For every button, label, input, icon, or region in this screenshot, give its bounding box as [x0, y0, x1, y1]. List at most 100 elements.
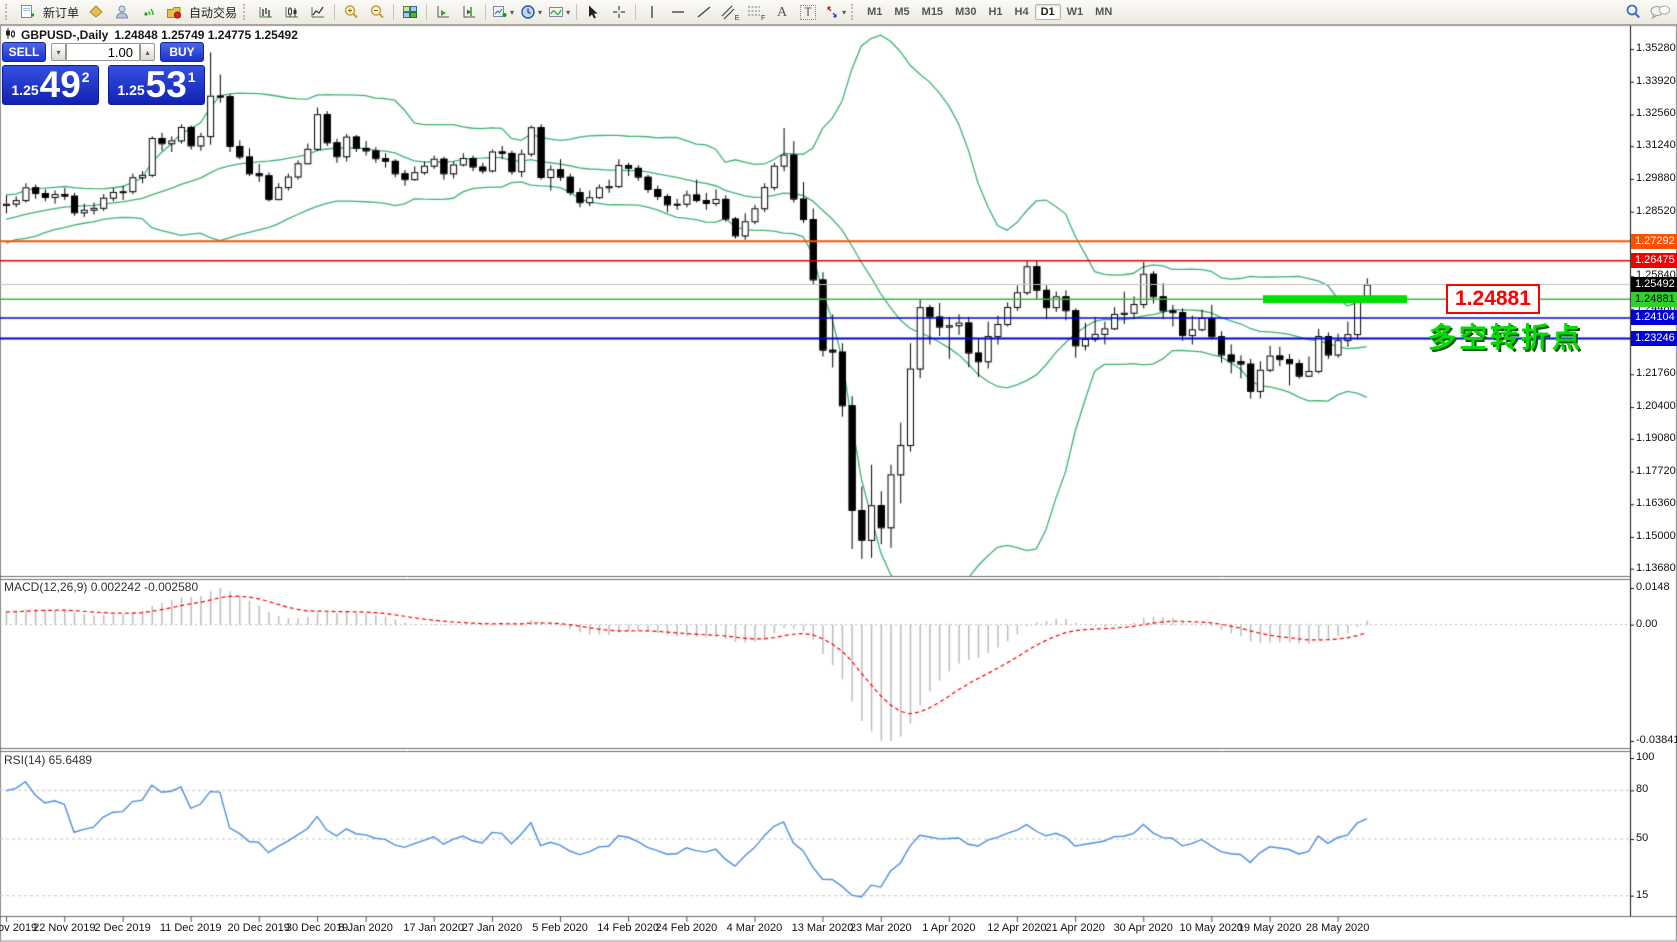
zoom-in-icon: [343, 4, 359, 20]
level-callout-label[interactable]: 1.24881: [1446, 284, 1540, 314]
price-tick-label: 1.32560: [1636, 107, 1676, 120]
buy-price-sup: 1: [187, 69, 196, 85]
auto-scroll-button[interactable]: [430, 1, 456, 23]
indicators-icon: [548, 4, 564, 20]
tf-m1[interactable]: M1: [861, 4, 888, 20]
auto-scroll-icon: [435, 4, 451, 20]
equidistant-channel-icon: [721, 4, 735, 20]
price-tick-label: 1.15000: [1636, 529, 1676, 542]
toolbar-separator: [485, 4, 487, 20]
line-chart-icon: [310, 4, 326, 20]
macd-scale-label: -0.038415: [1636, 734, 1677, 746]
sell-price-big: 49: [39, 64, 81, 105]
price-badge: 1.26475: [1631, 253, 1677, 269]
arrows-icon: [824, 4, 840, 20]
autotrading-label[interactable]: 自动交易: [189, 4, 237, 21]
volume-input[interactable]: 1.00: [66, 43, 140, 61]
tf-d1[interactable]: D1: [1034, 4, 1061, 20]
macd-label: MACD(12,26,9) 0.002242 -0.002580: [4, 580, 199, 594]
cursor-icon: [585, 4, 601, 20]
text-label-icon: T: [800, 4, 816, 20]
text-tool-button[interactable]: A: [769, 1, 795, 23]
horizontal-line-icon: [670, 4, 686, 20]
tf-m5[interactable]: M5: [888, 4, 915, 20]
sell-price-panel[interactable]: 1.25 49 2: [2, 65, 99, 105]
sell-button[interactable]: SELL: [2, 42, 46, 62]
bar-chart-icon: [258, 4, 274, 20]
chart-canvas[interactable]: [0, 0, 1677, 942]
tf-h4[interactable]: H4: [1009, 4, 1035, 20]
symbol-icon: [5, 28, 15, 42]
expert-advisor-icon: [114, 4, 130, 20]
buy-price-small: 1.25: [117, 82, 145, 98]
search-button[interactable]: [1620, 1, 1646, 23]
new-order-icon: [20, 4, 36, 20]
arrows-button[interactable]: ▾: [821, 1, 849, 23]
bull-bear-turning-point-note[interactable]: 多空转折点: [1428, 316, 1583, 356]
fibonacci-button[interactable]: F: [743, 1, 769, 23]
toolbar-grip: [243, 4, 249, 20]
new-order-label[interactable]: 新订单: [43, 4, 79, 21]
new-order-button[interactable]: [15, 1, 41, 23]
trendline-button[interactable]: [691, 1, 717, 23]
text-label-button[interactable]: T: [795, 1, 821, 23]
buy-button[interactable]: BUY: [160, 42, 204, 62]
vertical-line-button[interactable]: [639, 1, 665, 23]
zoom-out-icon: [369, 4, 385, 20]
zoom-in-button[interactable]: [338, 1, 364, 23]
new-chart-button[interactable]: ▾: [489, 1, 517, 23]
chat-icon: [1649, 4, 1671, 20]
horizontal-line-button[interactable]: [665, 1, 691, 23]
chart-title: GBPUSD-,Daily 1.24848 1.25749 1.24775 1.…: [5, 28, 298, 42]
fibonacci-icon: [747, 4, 761, 20]
tile-windows-button[interactable]: [397, 1, 423, 23]
metaeditor-button[interactable]: [83, 1, 109, 23]
autotrading-button[interactable]: [161, 1, 187, 23]
toolbar-grip: [5, 4, 11, 20]
cursor-button[interactable]: [580, 1, 606, 23]
tf-w1[interactable]: W1: [1061, 4, 1090, 20]
tf-h1[interactable]: H1: [982, 4, 1008, 20]
volume-up-button[interactable]: ▴: [140, 43, 155, 61]
chart-shift-button[interactable]: [456, 1, 482, 23]
ohlc-values: 1.24848 1.25749 1.24775 1.25492: [114, 28, 298, 42]
new-chart-icon: [492, 4, 508, 20]
crosshair-icon: [611, 4, 627, 20]
candlestick-chart-button[interactable]: [279, 1, 305, 23]
rsi-scale-label: 100: [1636, 751, 1655, 763]
chart-shift-icon: [461, 4, 477, 20]
indicators-button[interactable]: ▾: [545, 1, 573, 23]
crosshair-button[interactable]: [606, 1, 632, 23]
rsi-scale-label: 50: [1636, 832, 1649, 844]
zoom-out-button[interactable]: [364, 1, 390, 23]
candlestick-chart-icon: [284, 4, 300, 20]
price-tick-label: 1.17720: [1636, 464, 1676, 477]
tf-mn[interactable]: MN: [1089, 4, 1118, 20]
rsi-label: RSI(14) 65.6489: [4, 753, 93, 767]
expert-advisors-button[interactable]: [109, 1, 135, 23]
bar-chart-button[interactable]: [253, 1, 279, 23]
price-tick-label: 1.20400: [1636, 400, 1676, 413]
rsi-scale-label: 80: [1636, 783, 1649, 796]
text-tool-icon: A: [777, 4, 788, 20]
tile-windows-icon: [402, 4, 418, 20]
price-tick-label: 1.13680: [1636, 561, 1676, 574]
tf-m15[interactable]: M15: [916, 4, 949, 20]
equidistant-channel-button[interactable]: E: [717, 1, 743, 23]
price-tick-label: 1.21760: [1636, 367, 1676, 380]
signals-button[interactable]: [135, 1, 161, 23]
tf-m30[interactable]: M30: [949, 4, 982, 20]
price-badge: 1.25492: [1631, 277, 1677, 292]
line-chart-button[interactable]: [305, 1, 331, 23]
buy-price-panel[interactable]: 1.25 53 1: [108, 65, 205, 105]
autotrading-icon: [166, 4, 182, 20]
toolbar-separator: [426, 4, 428, 20]
price-tick-label: 1.29880: [1636, 171, 1676, 184]
chevron-down-icon: ▾: [566, 7, 571, 17]
volume-down-button[interactable]: ▾: [51, 43, 66, 61]
vertical-line-icon: [644, 4, 660, 20]
periods-button[interactable]: ▾: [517, 1, 545, 23]
trendline-icon: [696, 4, 712, 20]
price-badge: 1.23246: [1631, 331, 1677, 347]
chat-button[interactable]: [1646, 1, 1674, 23]
